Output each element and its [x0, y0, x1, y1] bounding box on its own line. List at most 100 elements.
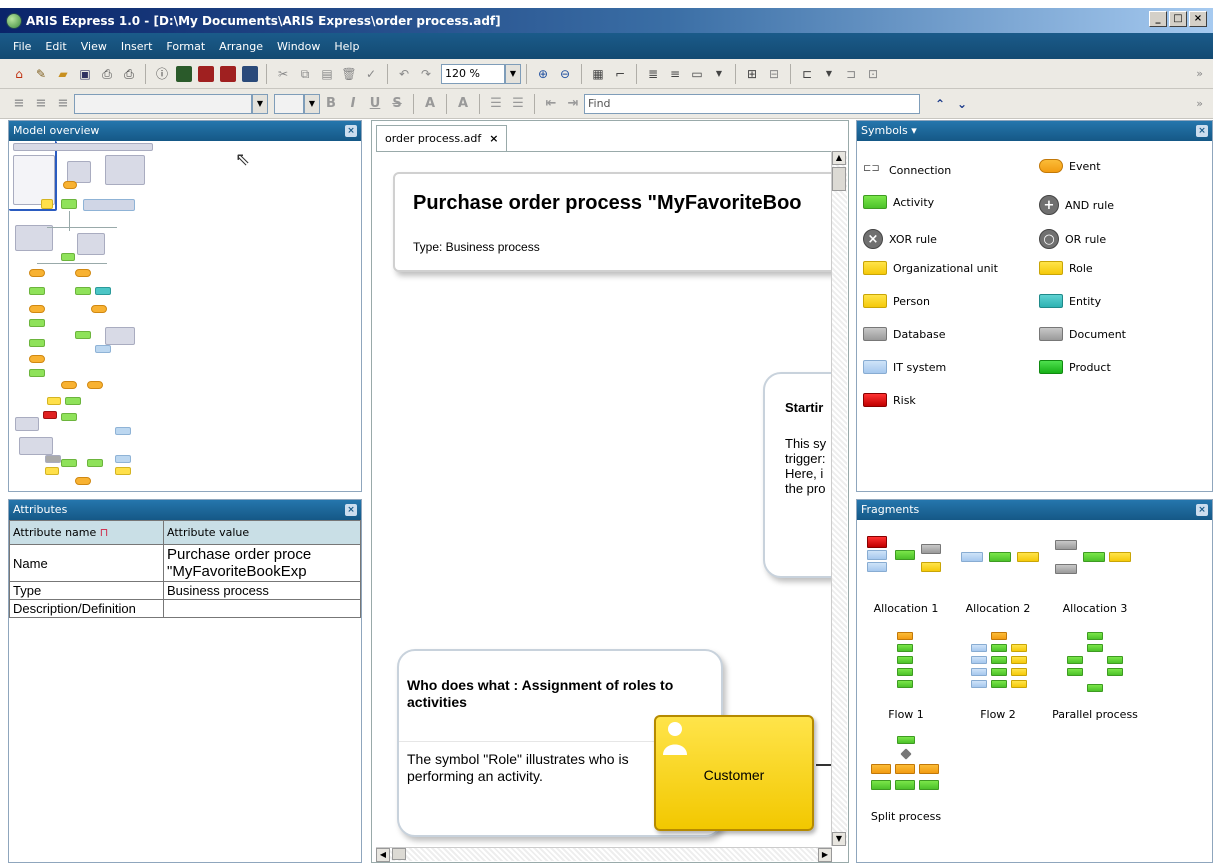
bullet-list-icon[interactable]: ☰ — [510, 96, 526, 112]
symbols-title[interactable]: Symbols ▾ — [861, 124, 917, 137]
menu-format[interactable]: Format — [159, 40, 212, 53]
home-icon[interactable]: ⌂ — [11, 66, 27, 82]
attribute-value-cell[interactable] — [163, 599, 361, 618]
attribute-value-cell[interactable]: Purchase order proce "MyFavoriteBookExp — [163, 544, 361, 582]
find-next-icon[interactable]: ⌄ — [954, 96, 970, 112]
paste-icon[interactable]: ▤ — [319, 66, 335, 82]
sort-icon[interactable]: ⊓ — [100, 526, 109, 539]
find-previous-icon[interactable]: ⌃ — [932, 96, 948, 112]
symbol-database[interactable]: Database — [863, 327, 946, 341]
symbol-person[interactable]: Person — [863, 294, 930, 308]
menu-edit[interactable]: Edit — [38, 40, 73, 53]
tab-order-process[interactable]: order process.adf × — [376, 125, 508, 151]
fragment-parallel-process[interactable]: Parallel process — [1043, 632, 1147, 721]
numbered-list-icon[interactable]: ☰ — [488, 96, 504, 112]
save-icon[interactable]: ▣ — [77, 66, 93, 82]
fragment-flow-1[interactable]: Flow 1 — [863, 632, 949, 721]
symbol-organizational-unit[interactable]: Organizational unit — [863, 261, 998, 275]
symbol-xor-rule[interactable]: × XOR rule — [863, 229, 937, 249]
tree-layout-icon[interactable]: ⊞ — [744, 66, 760, 82]
find-input[interactable]: Find — [584, 93, 920, 114]
connection-line[interactable] — [816, 764, 832, 766]
symbol-activity[interactable]: Activity — [863, 195, 934, 209]
symbols-header[interactable]: Symbols ▾ × — [857, 121, 1212, 141]
symbol-or-rule[interactable]: ○ OR rule — [1039, 229, 1106, 249]
menu-view[interactable]: View — [74, 40, 114, 53]
menu-help[interactable]: Help — [327, 40, 366, 53]
scroll-right-icon[interactable]: ▶ — [818, 848, 832, 862]
strikethrough-button[interactable]: S — [389, 96, 405, 112]
symbol-and-rule[interactable]: + AND rule — [1039, 195, 1114, 215]
symbol-event[interactable]: Event — [1039, 159, 1101, 173]
distribute-icon[interactable]: ⊐ — [843, 66, 859, 82]
close-button[interactable]: × — [1189, 11, 1207, 27]
attribute-value-cell[interactable]: Business process — [163, 581, 361, 600]
grid-icon[interactable]: ▦ — [590, 66, 606, 82]
model-header-card[interactable]: Purchase order process "MyFavoriteBoo Ty… — [393, 172, 832, 272]
model-canvas[interactable]: Purchase order process "MyFavoriteBoo Ty… — [376, 151, 832, 846]
fragment-allocation-3[interactable]: Allocation 3 — [1047, 536, 1143, 615]
vertical-scroll-thumb[interactable] — [832, 167, 846, 191]
fragment-allocation-2[interactable]: Allocation 2 — [955, 536, 1041, 615]
align-left-icon[interactable]: ⊏ — [799, 66, 815, 82]
bold-button[interactable]: B — [323, 96, 339, 112]
export-pdf2-icon[interactable] — [220, 65, 236, 82]
symbol-connection[interactable]: ⊏⊐ Connection — [863, 163, 951, 177]
table-row[interactable]: Name Purchase order proce "MyFavoriteBoo… — [9, 544, 361, 582]
menu-insert[interactable]: Insert — [114, 40, 160, 53]
scroll-down-icon[interactable]: ▼ — [832, 832, 846, 846]
group-icon[interactable]: ⊡ — [865, 66, 881, 82]
print-preview-icon[interactable]: ⎙ — [99, 66, 115, 82]
fragments-close-icon[interactable]: × — [1196, 504, 1208, 516]
overview-minimap[interactable]: ⇖ — [9, 141, 361, 491]
attributes-close-icon[interactable]: × — [345, 504, 357, 516]
symbol-risk[interactable]: Risk — [863, 393, 916, 407]
symbols-close-icon[interactable]: × — [1196, 125, 1208, 137]
rectangle-tool-icon[interactable]: ▭ — [689, 66, 705, 82]
scroll-left-icon[interactable]: ◀ — [376, 848, 390, 862]
text-tool-icon[interactable]: ≣ — [645, 66, 661, 82]
export-pdf-icon[interactable] — [198, 65, 214, 82]
table-row[interactable]: Type Business process — [9, 581, 361, 600]
maximize-button[interactable]: □ — [1169, 11, 1187, 27]
connection-tool-icon[interactable]: ⌐ — [612, 66, 628, 82]
tab-close-icon[interactable]: × — [489, 132, 498, 145]
model-overview-close-icon[interactable]: × — [345, 125, 357, 137]
menu-window[interactable]: Window — [270, 40, 327, 53]
symbol-document[interactable]: Document — [1039, 327, 1126, 341]
menu-arrange[interactable]: Arrange — [212, 40, 270, 53]
symbol-it-system[interactable]: IT system — [863, 360, 946, 374]
align-dropdown-icon[interactable]: ▼ — [821, 66, 837, 82]
format-painter-icon[interactable]: ✓ — [363, 66, 379, 82]
customer-role-shape[interactable]: Customer — [654, 715, 814, 831]
toolbar-overflow-icon[interactable]: » — [1196, 67, 1203, 80]
export-rtf-icon[interactable] — [242, 65, 258, 82]
align-right-text-icon[interactable]: ≡ — [55, 96, 71, 112]
align-text-icon[interactable]: ≡ — [667, 66, 683, 82]
column-header-attribute-value[interactable]: Attribute value — [163, 520, 361, 545]
font-size-dropdown[interactable]: ▼ — [304, 93, 320, 114]
vertical-scrollbar[interactable]: ▲ ▼ — [831, 151, 847, 846]
zoom-input[interactable]: 120 % — [441, 63, 505, 84]
shape-dropdown-icon[interactable]: ▼ — [711, 66, 727, 82]
fragment-split-process[interactable]: Split process — [863, 734, 949, 823]
print-icon[interactable]: ⎙ — [121, 66, 137, 82]
fragment-flow-2[interactable]: Flow 2 — [955, 632, 1041, 721]
layout-icon[interactable]: ⊟ — [766, 66, 782, 82]
info-icon[interactable]: ⓘ — [154, 66, 170, 82]
underline-button[interactable]: U — [367, 96, 383, 112]
font-color-button[interactable]: A — [422, 96, 438, 112]
highlight-icon[interactable]: A — [455, 96, 471, 112]
decrease-indent-icon[interactable]: ⇤ — [543, 96, 559, 112]
zoom-in-icon[interactable]: ⊕ — [535, 66, 551, 82]
horizontal-scroll-thumb[interactable] — [392, 848, 406, 860]
align-center-text-icon[interactable]: ≡ — [33, 96, 49, 112]
zoom-dropdown[interactable]: ▼ — [505, 63, 521, 84]
horizontal-scrollbar[interactable]: ◀ ▶ — [376, 847, 832, 862]
export-emf-icon[interactable] — [176, 65, 192, 82]
copy-icon[interactable]: ⧉ — [297, 66, 313, 82]
menu-file[interactable]: File — [6, 40, 38, 53]
increase-indent-icon[interactable]: ⇥ — [565, 96, 581, 112]
align-left-text-icon[interactable]: ≡ — [11, 96, 27, 112]
redo-icon[interactable]: ↷ — [418, 66, 434, 82]
